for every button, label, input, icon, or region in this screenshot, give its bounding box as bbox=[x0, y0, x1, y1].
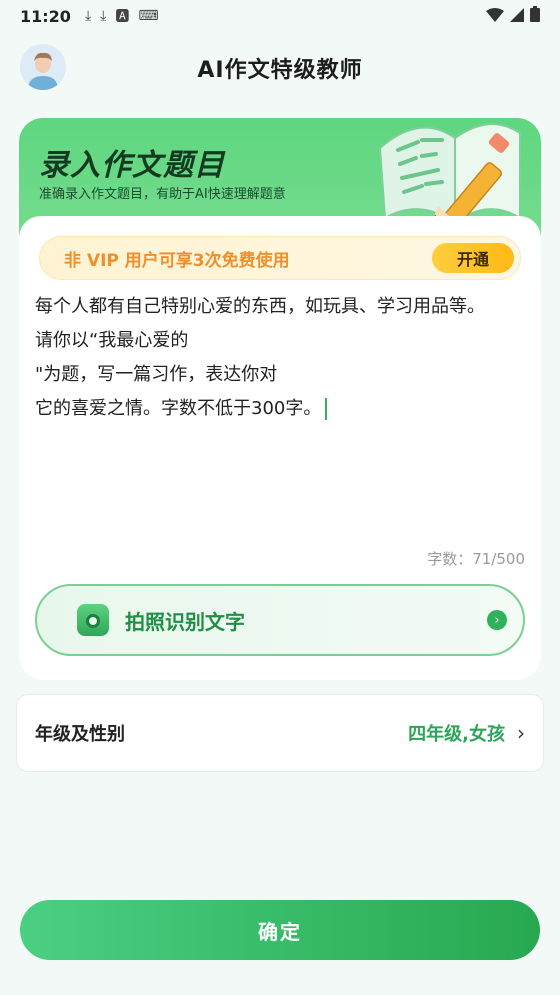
chevron-right-icon: › bbox=[487, 610, 507, 630]
keyboard-icon: ⌨ bbox=[138, 8, 159, 24]
page-title: AI作文特级教师 bbox=[197, 58, 363, 83]
card-body: 非 VIP 用户可享3次免费使用 开通 每个人都有自己特别心爱的东西，如玩具、学… bbox=[19, 216, 541, 680]
card-subtitle: 准确录入作文题目，有助于AI快速理解题意 bbox=[39, 187, 286, 202]
vip-activate-button[interactable]: 开通 bbox=[432, 243, 514, 273]
battery-icon bbox=[530, 6, 540, 26]
signal-icon bbox=[510, 7, 524, 26]
char-counter: 字数：71/500 bbox=[427, 550, 525, 568]
font-icon: 🅰 bbox=[115, 9, 130, 25]
avatar[interactable] bbox=[20, 44, 66, 90]
card-header: 录入作文题目 准确录入作文题目，有助于AI快速理解题意 bbox=[19, 118, 541, 228]
photo-recognize-button[interactable]: 拍照识别文字 › bbox=[35, 584, 525, 656]
photo-recognize-label: 拍照识别文字 bbox=[125, 609, 245, 634]
book-pencil-icon bbox=[378, 123, 521, 228]
camera-icon bbox=[77, 604, 109, 636]
topic-card: 录入作文题目 准确录入作文题目，有助于AI快速理解题意 非 VIP 用户可享3次… bbox=[19, 118, 541, 680]
app-header: AI作文特级教师 bbox=[0, 40, 560, 96]
status-icons: ⤓ ⤓ 🅰 ⌨ bbox=[85, 6, 159, 26]
text-caret bbox=[325, 398, 328, 420]
grade-value: 四年级,女孩 bbox=[408, 724, 505, 745]
confirm-button[interactable]: 确定 bbox=[20, 900, 540, 960]
wifi-icon bbox=[486, 7, 504, 26]
vip-banner: 非 VIP 用户可享3次免费使用 开通 bbox=[39, 236, 521, 280]
vip-text: 非 VIP 用户可享3次免费使用 bbox=[64, 250, 290, 271]
grade-gender-selector[interactable]: 年级及性别 四年级,女孩 › bbox=[16, 694, 544, 772]
essay-text: 每个人都有自己特别心爱的东西，如玩具、学习用品等。 请你以“我最心爱的 "为题，… bbox=[35, 296, 485, 419]
download-icon: ⤓ bbox=[84, 8, 92, 24]
status-right bbox=[486, 6, 540, 26]
card-title: 录入作文题目 bbox=[39, 148, 225, 183]
chevron-right-icon: › bbox=[517, 721, 525, 745]
essay-topic-input[interactable]: 每个人都有自己特别心爱的东西，如玩具、学习用品等。 请你以“我最心爱的 "为题，… bbox=[35, 290, 525, 426]
status-bar: 11:20 ⤓ ⤓ 🅰 ⌨ bbox=[0, 0, 560, 32]
grade-label: 年级及性别 bbox=[35, 724, 125, 745]
download-icon: ⤓ bbox=[100, 8, 107, 24]
status-time: 11:20 bbox=[20, 6, 71, 26]
